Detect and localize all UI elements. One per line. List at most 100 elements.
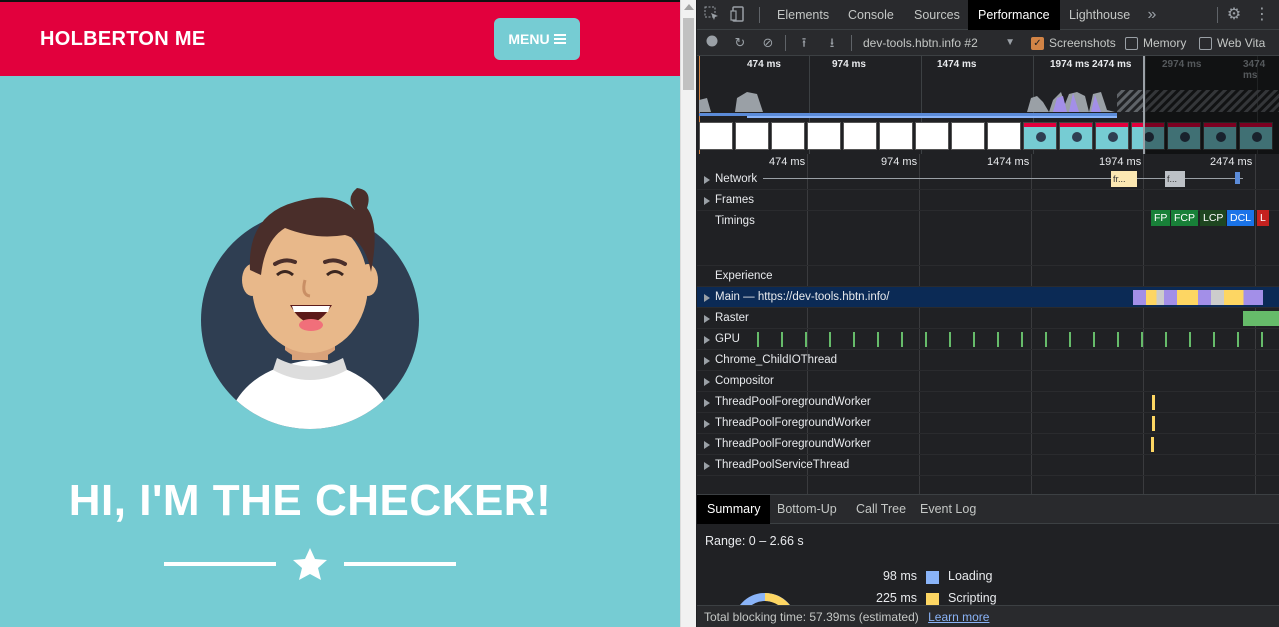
scroll-up-arrow-icon[interactable] bbox=[684, 4, 694, 10]
performance-toolbar: ↻ ⊘ ⭱ ⭳ dev-tools.hbtn.info #2 ▼ ✓ Scree… bbox=[697, 30, 1279, 56]
filmstrip-frame[interactable] bbox=[1059, 122, 1093, 150]
filmstrip-frame[interactable] bbox=[771, 122, 805, 150]
track-frames[interactable]: Frames bbox=[697, 190, 1279, 211]
web-page: HOLBERTON ME MENU HI, I'M THE CHECKER! bbox=[0, 0, 680, 627]
flame-tick: 1474 ms bbox=[987, 156, 1030, 168]
gear-icon[interactable]: ⚙ bbox=[1225, 6, 1243, 24]
overview-selection-handle[interactable] bbox=[1143, 56, 1279, 154]
tab-summary[interactable]: Summary bbox=[697, 495, 771, 524]
expand-arrow-icon[interactable] bbox=[704, 315, 710, 323]
filmstrip-frame[interactable] bbox=[915, 122, 949, 150]
overview-tick: 974 ms bbox=[832, 59, 866, 70]
tab-lighthouse[interactable]: Lighthouse bbox=[1059, 0, 1140, 30]
timing-load[interactable]: L bbox=[1257, 210, 1269, 226]
expand-arrow-icon[interactable] bbox=[704, 399, 710, 407]
filmstrip-frame[interactable] bbox=[1095, 122, 1129, 150]
filmstrip-frame[interactable] bbox=[735, 122, 769, 150]
track-main[interactable]: Main — https://dev-tools.hbtn.info/ bbox=[697, 287, 1279, 308]
devtools-tabbar: Elements Console Sources Performance Lig… bbox=[697, 0, 1279, 30]
overview-tick: 1474 ms bbox=[937, 59, 977, 70]
summary-range: Range: 0 – 2.66 s bbox=[705, 534, 804, 548]
page-scrollbar[interactable] bbox=[680, 0, 696, 627]
kebab-menu-icon[interactable]: ⋮ bbox=[1253, 6, 1271, 24]
web-vitals-checkbox[interactable]: Web Vita bbox=[1199, 35, 1265, 51]
track-network[interactable]: Network fr... f... bbox=[697, 169, 1279, 190]
hero-title: HI, I'M THE CHECKER! bbox=[68, 476, 552, 525]
avatar-illustration bbox=[201, 188, 419, 429]
track-gpu[interactable]: GPU bbox=[697, 329, 1279, 350]
filmstrip-frame[interactable] bbox=[879, 122, 913, 150]
timing-dcl[interactable]: DCL bbox=[1227, 210, 1255, 226]
flame-tick: 474 ms bbox=[769, 156, 806, 168]
timing-lcp[interactable]: LCP bbox=[1200, 210, 1227, 226]
track-experience: Experience bbox=[697, 266, 1279, 287]
main-thread-tasks[interactable] bbox=[1133, 290, 1263, 305]
chevron-double-right-icon[interactable]: » bbox=[1143, 6, 1161, 24]
expand-arrow-icon[interactable] bbox=[704, 441, 710, 449]
timing-fp[interactable]: FP bbox=[1151, 210, 1171, 226]
network-request-chip[interactable]: fr... bbox=[1111, 171, 1137, 187]
brand-logo-text[interactable]: HOLBERTON ME bbox=[40, 28, 205, 51]
device-toolbar-icon[interactable] bbox=[729, 6, 747, 24]
overview-tick: 474 ms bbox=[747, 59, 781, 70]
star-divider bbox=[164, 548, 456, 580]
expand-arrow-icon[interactable] bbox=[704, 176, 710, 184]
screenshots-checkbox[interactable]: ✓ Screenshots bbox=[1031, 35, 1116, 51]
timeline-overview[interactable]: 474 ms 974 ms 1474 ms 1974 ms 2474 ms 29… bbox=[697, 56, 1279, 154]
tab-console[interactable]: Console bbox=[838, 0, 904, 30]
overview-tick: 2474 ms bbox=[1092, 59, 1132, 70]
tab-elements[interactable]: Elements bbox=[767, 0, 839, 30]
reload-record-icon[interactable]: ↻ bbox=[731, 34, 749, 52]
devtools-panel: Elements Console Sources Performance Lig… bbox=[697, 0, 1279, 627]
legend-swatch bbox=[926, 571, 939, 584]
network-request-chip[interactable]: f... bbox=[1165, 171, 1185, 187]
timing-fcp[interactable]: FCP bbox=[1171, 210, 1198, 226]
filmstrip-frame[interactable] bbox=[951, 122, 985, 150]
expand-arrow-icon[interactable] bbox=[704, 420, 710, 428]
details-tabbar: Summary Bottom-Up Call Tree Event Log bbox=[697, 495, 1279, 524]
track-threadpool-1[interactable]: ThreadPoolForegroundWorker bbox=[697, 392, 1279, 413]
legend-swatch bbox=[926, 593, 939, 605]
expand-arrow-icon[interactable] bbox=[704, 378, 710, 386]
checkbox-unchecked-icon bbox=[1125, 36, 1138, 50]
track-threadpool-3[interactable]: ThreadPoolForegroundWorker bbox=[697, 434, 1279, 455]
filmstrip-frame[interactable] bbox=[843, 122, 877, 150]
expand-arrow-icon[interactable] bbox=[704, 197, 710, 205]
tab-performance[interactable]: Performance bbox=[968, 0, 1060, 30]
clear-icon[interactable]: ⊘ bbox=[759, 34, 777, 52]
track-raster[interactable]: Raster bbox=[697, 308, 1279, 329]
expand-arrow-icon[interactable] bbox=[704, 357, 710, 365]
summary-row: 98 ms Loading bbox=[882, 569, 993, 584]
expand-arrow-icon[interactable] bbox=[704, 462, 710, 470]
track-compositor[interactable]: Compositor bbox=[697, 371, 1279, 392]
status-bar: Total blocking time: 57.39ms (estimated)… bbox=[697, 605, 1279, 627]
flame-chart[interactable]: 474 ms 974 ms 1474 ms 1974 ms 2474 ms Ne… bbox=[697, 154, 1279, 494]
navbar: HOLBERTON ME MENU bbox=[0, 2, 680, 76]
track-threadpool-service[interactable]: ThreadPoolServiceThread bbox=[697, 455, 1279, 476]
tab-bottom-up[interactable]: Bottom-Up bbox=[767, 495, 847, 524]
scrollbar-thumb[interactable] bbox=[683, 18, 694, 90]
tab-event-log[interactable]: Event Log bbox=[910, 495, 986, 524]
learn-more-link[interactable]: Learn more bbox=[928, 610, 989, 624]
track-threadpool-2[interactable]: ThreadPoolForegroundWorker bbox=[697, 413, 1279, 434]
overview-tick: 1974 ms bbox=[1050, 59, 1090, 70]
checkbox-checked-icon: ✓ bbox=[1031, 36, 1044, 50]
menu-label: MENU bbox=[508, 31, 550, 47]
filmstrip-frame[interactable] bbox=[699, 122, 733, 150]
menu-button[interactable]: MENU bbox=[494, 18, 580, 60]
download-icon[interactable]: ⭳ bbox=[823, 34, 841, 52]
details-panel: Summary Bottom-Up Call Tree Event Log Ra… bbox=[697, 494, 1279, 627]
filmstrip-frame[interactable] bbox=[987, 122, 1021, 150]
filmstrip-frame[interactable] bbox=[807, 122, 841, 150]
upload-icon[interactable]: ⭱ bbox=[795, 34, 813, 52]
inspect-element-icon[interactable] bbox=[703, 6, 721, 24]
filmstrip-frame[interactable] bbox=[1023, 122, 1057, 150]
expand-arrow-icon[interactable] bbox=[704, 336, 710, 344]
memory-checkbox[interactable]: Memory bbox=[1125, 35, 1186, 51]
expand-arrow-icon[interactable] bbox=[704, 294, 710, 302]
record-icon[interactable] bbox=[703, 34, 721, 52]
track-childio[interactable]: Chrome_ChildIOThread bbox=[697, 350, 1279, 371]
tab-call-tree[interactable]: Call Tree bbox=[846, 495, 916, 524]
target-select[interactable]: dev-tools.hbtn.info #2 ▼ bbox=[863, 34, 1019, 52]
tab-sources[interactable]: Sources bbox=[904, 0, 970, 30]
